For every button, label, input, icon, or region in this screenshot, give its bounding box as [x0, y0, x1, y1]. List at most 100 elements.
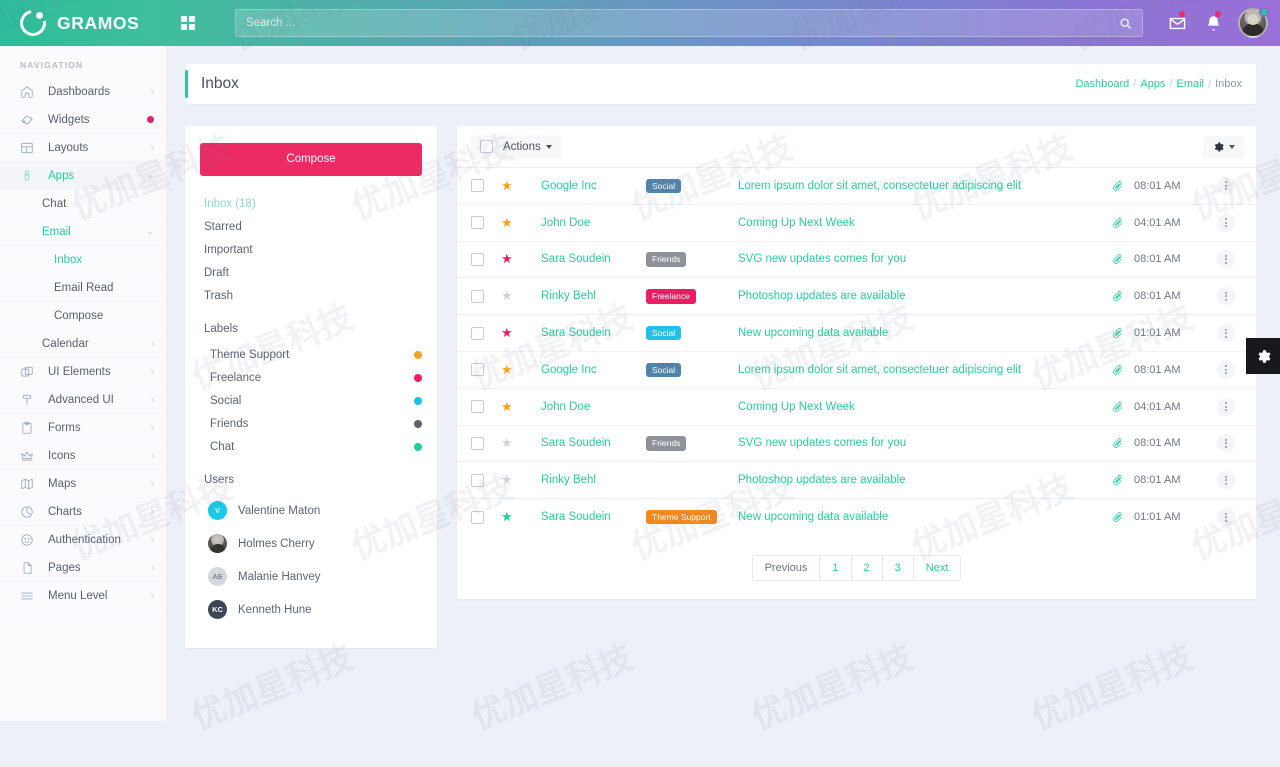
attachment-icon[interactable] — [1100, 253, 1134, 265]
sidebar-item-inbox[interactable]: Inbox — [0, 246, 166, 274]
pagination[interactable]: Previous 1 2 3 Next — [457, 535, 1256, 589]
label-item-friends[interactable]: Friends — [200, 412, 422, 435]
more-options-icon[interactable] — [1217, 213, 1235, 232]
search-icon[interactable] — [1108, 10, 1142, 36]
compose-button[interactable]: Compose — [200, 143, 422, 176]
email-row[interactable]: ★ Sara Soudein Friends SVG new updates come… — [457, 240, 1256, 278]
settings-dropdown-button[interactable] — [1203, 135, 1244, 158]
sidebar-item-email-read[interactable]: Email Read — [0, 274, 166, 302]
attachment-icon[interactable] — [1100, 180, 1134, 192]
folder-item-trash[interactable]: Trash — [200, 284, 422, 307]
sidebar-item-chat[interactable]: Chat — [0, 190, 166, 218]
pagination-next[interactable]: Next — [913, 554, 962, 581]
user-item[interactable]: AE Malanie Hanvey — [200, 560, 422, 593]
sidebar-item-icons[interactable]: Icons › — [0, 442, 166, 470]
folder-item-draft[interactable]: Draft — [200, 261, 422, 284]
email-row[interactable]: ★ Sara Soudein Social New upcoming data ava… — [457, 314, 1256, 351]
star-icon[interactable]: ★ — [501, 325, 541, 341]
more-options-icon[interactable] — [1217, 287, 1235, 306]
sidebar-item-dashboards[interactable]: Dashboards › — [0, 78, 166, 106]
folder-item-starred[interactable]: Starred — [200, 215, 422, 238]
sidebar-item-pages[interactable]: Pages › — [0, 554, 166, 582]
sidebar-item-calendar[interactable]: Calendar › — [0, 330, 166, 358]
star-icon[interactable]: ★ — [501, 399, 541, 415]
sidebar-item-widgets[interactable]: Widgets — [0, 106, 166, 134]
bell-icon[interactable] — [1196, 0, 1230, 46]
star-icon[interactable]: ★ — [501, 288, 541, 304]
star-icon[interactable]: ★ — [501, 435, 541, 451]
envelope-icon[interactable] — [1160, 0, 1194, 46]
star-icon[interactable]: ★ — [501, 509, 541, 525]
sidebar-item-apps[interactable]: Apps ⌄ — [0, 162, 166, 190]
star-icon[interactable]: ★ — [501, 251, 541, 267]
attachment-icon[interactable] — [1100, 327, 1134, 339]
email-row[interactable]: ★ Sara Soudein Theme Support New upcoming d… — [457, 498, 1256, 535]
star-icon[interactable]: ★ — [501, 178, 541, 194]
pagination-1[interactable]: 1 — [820, 554, 852, 581]
search-input[interactable] — [236, 17, 1108, 29]
sidebar-item-compose[interactable]: Compose — [0, 302, 166, 330]
select-all-checkbox[interactable] — [480, 140, 493, 153]
more-options-icon[interactable] — [1217, 250, 1235, 269]
email-row[interactable]: ★ Rinky Behl Freelance Photoshop updates ar… — [457, 277, 1256, 314]
email-checkbox[interactable] — [471, 326, 484, 340]
breadcrumb-item[interactable]: Apps — [1140, 78, 1165, 90]
email-row[interactable]: ★ Google Inc Social Lorem ipsum dolor sit a… — [457, 167, 1256, 204]
search-box[interactable] — [235, 9, 1143, 37]
email-checkbox[interactable] — [471, 252, 484, 266]
email-checkbox[interactable] — [471, 179, 484, 193]
pagination-previous[interactable]: Previous — [751, 554, 821, 581]
user-item[interactable]: KC Kenneth Hune — [200, 593, 422, 626]
attachment-icon[interactable] — [1100, 401, 1134, 413]
sidebar-item-maps[interactable]: Maps › — [0, 470, 166, 498]
email-checkbox[interactable] — [471, 473, 484, 487]
avatar[interactable] — [1238, 7, 1269, 38]
email-checkbox[interactable] — [471, 363, 484, 377]
sidebar[interactable]: NAVIGATION Dashboards › Widgets Layouts › App… — [0, 46, 167, 721]
email-row[interactable]: ★ Rinky Behl Photoshop updates are availab… — [457, 461, 1256, 498]
folder-item-inbox[interactable]: Inbox (18) — [200, 192, 422, 215]
email-row[interactable]: ★ John Doe Coming Up Next Week 04:01 AM — [457, 203, 1256, 241]
email-row[interactable]: ★ Google Inc Social Lorem ipsum dolor sit a… — [457, 350, 1256, 388]
attachment-icon[interactable] — [1100, 437, 1134, 449]
sidebar-item-advanced-ui[interactable]: Advanced UI › — [0, 386, 166, 414]
sidebar-item-layouts[interactable]: Layouts › — [0, 134, 166, 162]
email-checkbox[interactable] — [471, 400, 484, 414]
email-checkbox[interactable] — [471, 289, 484, 303]
more-options-icon[interactable] — [1217, 324, 1235, 343]
more-options-icon[interactable] — [1217, 471, 1235, 490]
attachment-icon[interactable] — [1100, 364, 1134, 376]
more-options-icon[interactable] — [1217, 360, 1235, 379]
more-options-icon[interactable] — [1217, 508, 1235, 527]
breadcrumb-item[interactable]: Dashboard — [1075, 78, 1129, 90]
sidebar-item-menu-level[interactable]: Menu Level › — [0, 582, 166, 610]
brand-logo-area[interactable]: GRAMOS — [0, 0, 167, 46]
email-checkbox[interactable] — [471, 510, 484, 524]
email-checkbox[interactable] — [471, 216, 484, 230]
pagination-3[interactable]: 3 — [882, 554, 914, 581]
pagination-2[interactable]: 2 — [851, 554, 883, 581]
actions-dropdown-button[interactable]: Actions — [503, 141, 552, 153]
email-row[interactable]: ★ John Doe Coming Up Next Week 04:01 AM — [457, 387, 1256, 425]
attachment-icon[interactable] — [1100, 290, 1134, 302]
star-icon[interactable]: ★ — [501, 215, 541, 231]
star-icon[interactable]: ★ — [501, 472, 541, 488]
breadcrumb-item[interactable]: Email — [1177, 78, 1205, 90]
sidebar-item-email[interactable]: Email ⌄ — [0, 218, 166, 246]
sidebar-item-authentication[interactable]: Authentication › — [0, 526, 166, 554]
more-options-icon[interactable] — [1217, 176, 1235, 195]
sidebar-item-forms[interactable]: Forms › — [0, 414, 166, 442]
folder-item-important[interactable]: Important — [200, 238, 422, 261]
more-options-icon[interactable] — [1217, 434, 1235, 453]
attachment-icon[interactable] — [1100, 217, 1134, 229]
label-item-chat[interactable]: Chat — [200, 435, 422, 458]
user-item[interactable]: V Valentine Maton — [200, 494, 422, 527]
sidebar-item-charts[interactable]: Charts › — [0, 498, 166, 526]
label-item-freelance[interactable]: Freelance — [200, 366, 422, 389]
sidebar-item-ui-elements[interactable]: UI Elements › — [0, 358, 166, 386]
attachment-icon[interactable] — [1100, 474, 1134, 486]
label-item-social[interactable]: Social — [200, 389, 422, 412]
more-options-icon[interactable] — [1217, 397, 1235, 416]
email-checkbox[interactable] — [471, 436, 484, 450]
settings-gear-icon[interactable] — [1246, 338, 1280, 374]
